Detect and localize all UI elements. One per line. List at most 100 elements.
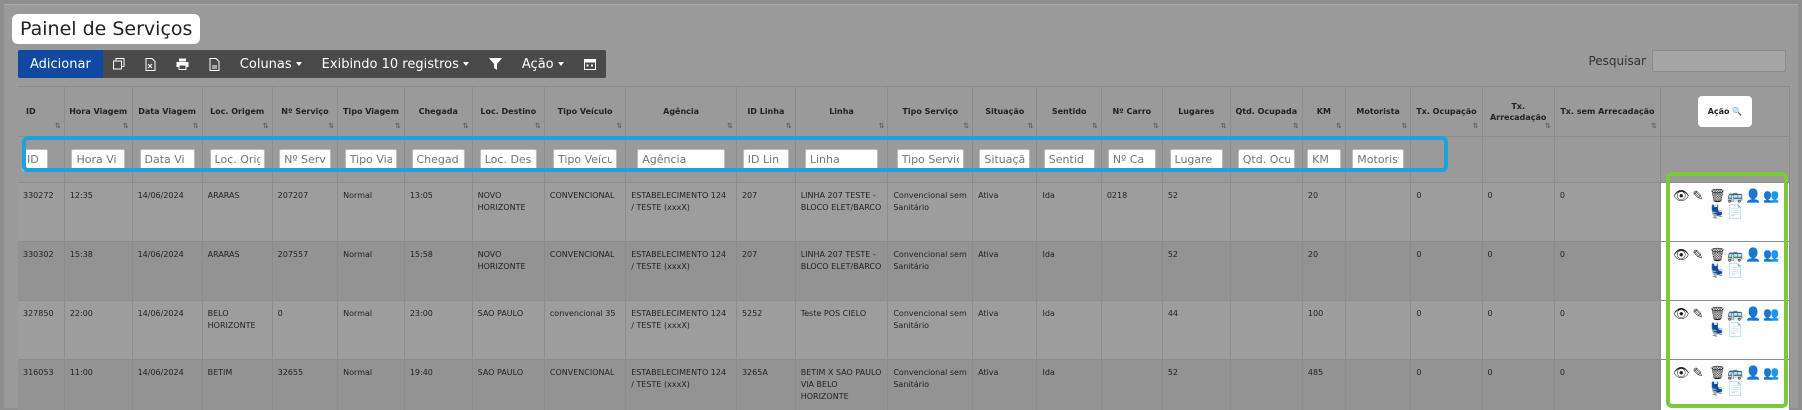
col-header-chegada[interactable]: Chegada ⇅ xyxy=(404,86,473,137)
calendar-icon[interactable] xyxy=(574,50,606,78)
cell-loc-destino: SAO PAULO xyxy=(472,300,545,360)
print-icon[interactable] xyxy=(166,50,199,78)
filter-hora-viagem-input[interactable] xyxy=(71,148,125,171)
filter-agencia-input[interactable] xyxy=(637,148,725,171)
filter-tipo-servico-input[interactable] xyxy=(896,148,964,171)
col-header-tipo-veiculo[interactable]: Tipo Veículo ⇅ xyxy=(544,86,627,137)
col-header-loc-origem[interactable]: Loc. Origem ⇅ xyxy=(202,86,273,137)
filter-id-input[interactable] xyxy=(22,148,48,171)
filter-cell-tipo-veiculo xyxy=(544,136,627,183)
bus-icon[interactable]: 🚌 xyxy=(1727,307,1743,323)
users-icon[interactable]: 👥 xyxy=(1763,366,1779,382)
filter-data-viagem-input[interactable] xyxy=(139,148,195,171)
bus-icon[interactable]: 🚌 xyxy=(1727,366,1743,382)
delete-icon[interactable]: 🗑 xyxy=(1709,189,1726,205)
filter-loc-destino-input[interactable] xyxy=(479,148,537,171)
cell-id: 327850 xyxy=(18,300,65,360)
col-header-loc-destino[interactable]: Loc. Destino ⇅ xyxy=(472,86,545,137)
document-icon[interactable]: 📄 xyxy=(1727,382,1743,398)
users-icon[interactable]: 👥 xyxy=(1763,189,1779,205)
filter-tipo-viagem-input[interactable] xyxy=(344,148,398,171)
filter-sentido-input[interactable] xyxy=(1043,148,1095,171)
col-header-linha[interactable]: Linha ⇅ xyxy=(795,86,889,137)
view-icon[interactable]: 👁 xyxy=(1673,307,1690,323)
document-icon[interactable]: 📄 xyxy=(1727,323,1743,339)
seat-icon[interactable]: 💺 xyxy=(1709,205,1725,221)
search-input[interactable] xyxy=(1652,50,1786,72)
filter-num-servico-input[interactable] xyxy=(279,148,331,171)
col-header-id-linha[interactable]: ID Linha ⇅ xyxy=(736,86,796,137)
col-header-lugares[interactable]: Lugares ⇅ xyxy=(1162,86,1231,137)
edit-icon[interactable]: ✎ xyxy=(1691,307,1705,323)
delete-icon[interactable]: 🗑 xyxy=(1709,248,1726,264)
col-header-situacao[interactable]: Situação ⇅ xyxy=(972,86,1038,137)
col-header-tipo-servico[interactable]: Tipo Serviço ⇅ xyxy=(887,86,974,137)
bus-icon[interactable]: 🚌 xyxy=(1727,248,1743,264)
pdf-icon[interactable] xyxy=(199,50,230,78)
filter-tipo-veiculo-input[interactable] xyxy=(552,148,618,171)
filter-cell-id-linha xyxy=(736,136,796,183)
filter-situacao-input[interactable] xyxy=(979,148,1031,171)
delete-icon[interactable]: 🗑 xyxy=(1709,366,1726,382)
seat-icon[interactable]: 💺 xyxy=(1709,323,1725,339)
filter-chegada-input[interactable] xyxy=(411,148,465,171)
col-header-agencia[interactable]: Agência ⇅ xyxy=(625,86,737,137)
cell-loc-destino: NOVO HORIZONTE xyxy=(472,182,545,242)
col-header-id[interactable]: ID ⇅ xyxy=(18,86,65,137)
cell-km: 20 xyxy=(1302,241,1346,301)
action-dropdown[interactable]: Ação xyxy=(512,50,574,78)
cell-sentido: Ida xyxy=(1036,241,1102,301)
filter-linha-input[interactable] xyxy=(804,148,879,171)
edit-icon[interactable]: ✎ xyxy=(1691,189,1705,205)
col-header-sentido[interactable]: Sentido ⇅ xyxy=(1036,86,1102,137)
document-icon[interactable]: 📄 xyxy=(1727,205,1743,221)
seat-icon[interactable]: 💺 xyxy=(1709,382,1725,398)
copy-icon[interactable] xyxy=(103,50,135,78)
edit-icon[interactable]: ✎ xyxy=(1691,248,1705,264)
cell-loc-destino: NOVO HORIZONTE xyxy=(472,241,545,301)
filter-loc-origem-input[interactable] xyxy=(209,148,265,171)
users-icon[interactable]: 👥 xyxy=(1763,307,1779,323)
excel-icon[interactable] xyxy=(135,50,166,78)
view-icon[interactable]: 👁 xyxy=(1673,366,1690,382)
col-header-num-carro[interactable]: Nº Carro ⇅ xyxy=(1101,86,1163,137)
col-header-tx-ocupacao[interactable]: Tx. Ocupação ⇅ xyxy=(1410,86,1483,137)
filter-icon[interactable] xyxy=(479,50,512,78)
document-icon[interactable]: 📄 xyxy=(1727,264,1743,280)
filter-id-linha-input[interactable] xyxy=(742,148,789,171)
col-header-tipo-viagem[interactable]: Tipo Viagem ⇅ xyxy=(337,86,405,137)
add-user-icon[interactable]: 👤 xyxy=(1745,307,1761,323)
add-user-icon[interactable]: 👤 xyxy=(1745,189,1761,205)
filter-lugares-input[interactable] xyxy=(1169,148,1223,171)
delete-icon[interactable]: 🗑 xyxy=(1709,307,1726,323)
col-header-num-servico[interactable]: Nº Serviço ⇅ xyxy=(272,86,339,137)
filter-num-carro-input[interactable] xyxy=(1107,148,1156,171)
add-button[interactable]: Adicionar xyxy=(18,50,103,78)
col-header-tx-arrecadacao[interactable]: Tx. Arrecadação ⇅ xyxy=(1482,86,1555,137)
col-header-tx-sem-arrecadacao[interactable]: Tx. sem Arrecadação ⇅ xyxy=(1554,86,1662,137)
cell-tx-sem-arrecadacao: 0 xyxy=(1554,300,1662,360)
filter-qtd-ocupada-input[interactable] xyxy=(1237,148,1295,171)
col-header-km[interactable]: KM ⇅ xyxy=(1302,86,1346,137)
view-icon[interactable]: 👁 xyxy=(1673,189,1690,205)
view-icon[interactable]: 👁 xyxy=(1673,248,1690,264)
users-icon[interactable]: 👥 xyxy=(1763,248,1779,264)
add-user-icon[interactable]: 👤 xyxy=(1745,366,1761,382)
edit-icon[interactable]: ✎ xyxy=(1691,366,1705,382)
col-header-qtd-ocupada[interactable]: Qtd. Ocupada ⇅ xyxy=(1230,86,1303,137)
add-user-icon[interactable]: 👤 xyxy=(1745,248,1761,264)
col-header-hora-viagem[interactable]: Hora Viagem ⇅ xyxy=(64,86,133,137)
col-header-data-viagem[interactable]: Data Viagem ⇅ xyxy=(132,86,203,137)
columns-dropdown[interactable]: Colunas xyxy=(230,50,312,78)
col-header-motorista[interactable]: Motorista ⇅ xyxy=(1345,86,1412,137)
chevron-down-icon xyxy=(462,62,469,66)
seat-icon[interactable]: 💺 xyxy=(1709,264,1725,280)
chevron-down-icon xyxy=(295,62,302,66)
cell-tipo-veiculo: CONVENCIONAL xyxy=(544,182,627,242)
cell-data-viagem: 14/06/2024 xyxy=(132,182,203,242)
filter-km-input[interactable] xyxy=(1307,148,1341,171)
filter-motorista-input[interactable] xyxy=(1352,148,1404,171)
page-length-dropdown[interactable]: Exibindo 10 registros xyxy=(312,50,479,78)
bus-icon[interactable]: 🚌 xyxy=(1727,189,1743,205)
actions-cell: 👁 ✎ 🗑 🚌 👤 👥 💺 📄 xyxy=(1660,300,1790,360)
